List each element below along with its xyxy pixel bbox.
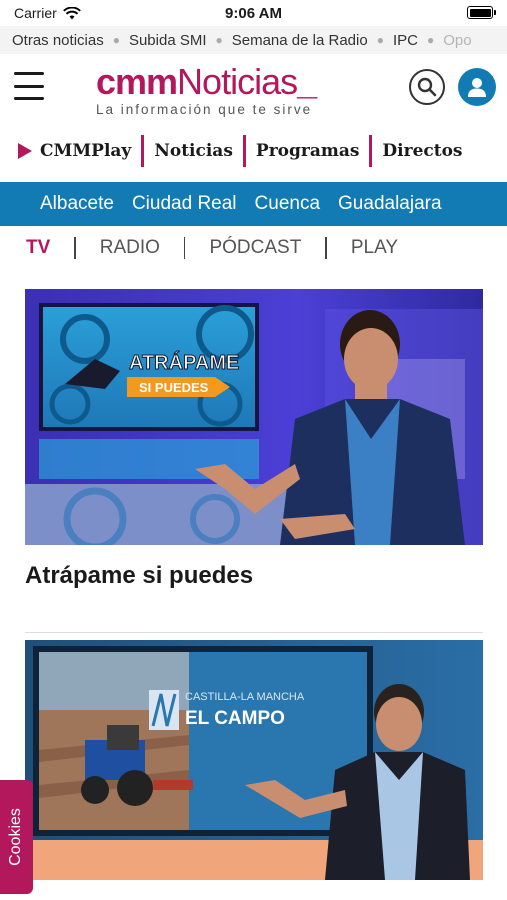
nav-divider xyxy=(141,135,145,167)
media-tabs: TV RADIO PÓDCAST PLAY xyxy=(0,232,507,264)
play-icon xyxy=(18,143,32,159)
screen-subtitle: EL CAMPO xyxy=(185,708,285,729)
program-thumbnail[interactable]: CASTILLA-LA MANCHA EL CAMPO xyxy=(25,640,483,880)
trending-item[interactable]: Otras noticias xyxy=(12,32,104,49)
search-icon xyxy=(417,77,437,97)
nav-item-directos[interactable]: Directos xyxy=(382,141,462,161)
user-account-button[interactable] xyxy=(458,68,496,106)
bullet-separator: ● xyxy=(215,33,223,47)
status-time: 9:06 AM xyxy=(225,4,282,22)
site-header: cmmNoticias_ La información que te sirve xyxy=(0,54,507,126)
scroll-fade xyxy=(437,182,507,226)
trending-item[interactable]: Subida SMI xyxy=(129,32,207,49)
program-thumbnail[interactable]: ATRÁPAME SI PUEDES xyxy=(25,289,483,545)
tab-podcast[interactable]: PÓDCAST xyxy=(209,237,301,259)
logo-underscore: _ xyxy=(297,61,317,102)
bullet-separator: ● xyxy=(426,33,435,47)
nav-item-noticias[interactable]: Noticias xyxy=(154,141,233,161)
nav-item-programas[interactable]: Programas xyxy=(256,141,360,161)
bullet-separator: ● xyxy=(112,33,120,47)
card-divider xyxy=(25,632,483,633)
nav-divider xyxy=(369,135,373,167)
nav-item-cmmplay[interactable]: CMMPlay xyxy=(40,141,131,161)
logo-noticias: Noticias xyxy=(177,61,298,102)
region-cuenca[interactable]: Cuenca xyxy=(255,193,321,215)
trending-item[interactable]: Opo xyxy=(443,32,471,49)
region-ciudad-real[interactable]: Ciudad Real xyxy=(132,193,237,215)
logo-cmm: cmm xyxy=(96,61,178,102)
program-title[interactable]: Atrápame si puedes xyxy=(25,562,253,590)
regions-bar: Albacete Ciudad Real Cuenca Guadalajara xyxy=(0,182,507,226)
tab-divider xyxy=(325,237,327,259)
cookies-label: Cookies xyxy=(7,808,24,866)
tab-radio[interactable]: RADIO xyxy=(100,237,160,259)
menu-icon[interactable] xyxy=(14,72,44,100)
section-nav: CMMPlay Noticias Programas Directos xyxy=(0,132,507,170)
user-icon xyxy=(468,78,486,97)
screen-title: CASTILLA-LA MANCHA xyxy=(185,691,305,703)
tab-play[interactable]: PLAY xyxy=(351,237,398,259)
trending-item[interactable]: Semana de la Radio xyxy=(232,32,368,49)
trending-item[interactable]: IPC xyxy=(393,32,418,49)
tab-divider xyxy=(183,237,186,259)
region-guadalajara[interactable]: Guadalajara xyxy=(338,193,442,215)
wifi-icon xyxy=(62,6,81,19)
cookies-button[interactable]: Cookies xyxy=(0,780,33,894)
bullet-separator: ● xyxy=(376,33,384,47)
trending-topics: Otras noticias ● Subida SMI ● Semana de … xyxy=(0,26,507,54)
logo-tagline: La información que te sirve xyxy=(96,102,313,117)
screen-title: ATRÁPAME xyxy=(129,351,239,374)
status-bar: Carrier 9:06 AM xyxy=(0,0,507,26)
nav-divider xyxy=(242,135,246,167)
region-albacete[interactable]: Albacete xyxy=(40,193,114,215)
battery-icon xyxy=(467,6,496,19)
cmm-noticias-logo[interactable]: cmmNoticias_ La información que te sirve xyxy=(96,64,356,120)
search-button[interactable] xyxy=(409,69,445,105)
carrier-label: Carrier xyxy=(14,5,57,21)
tab-divider xyxy=(74,237,76,259)
screen-subtitle: SI PUEDES xyxy=(139,380,209,395)
tab-tv[interactable]: TV xyxy=(26,237,50,259)
